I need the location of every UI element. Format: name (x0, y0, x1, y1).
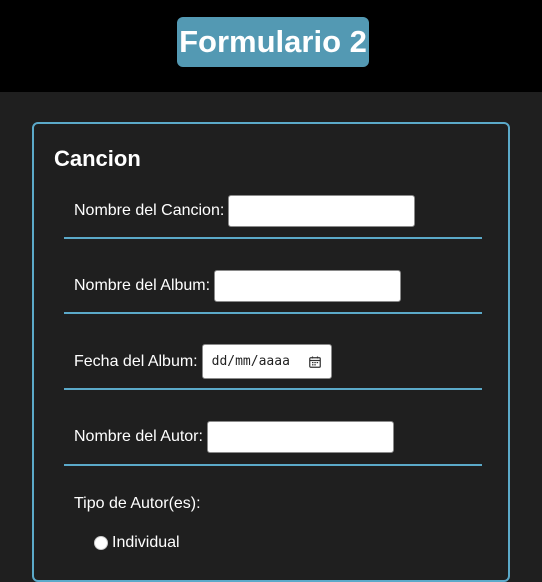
header-bar: Formulario 2 (0, 0, 542, 92)
author-name-input[interactable] (206, 421, 394, 453)
author-type-label: Tipo de Autor(es): (74, 495, 201, 512)
author-name-label: Nombre del Autor: (74, 428, 203, 445)
album-name-row: Nombre del Album: (74, 270, 402, 302)
album-date-row: Fecha del Album: dd/mm/aaaa (74, 344, 332, 379)
album-name-label: Nombre del Album: (74, 277, 211, 294)
form-card: Cancion Nombre del Cancion: Nombre del A… (32, 122, 510, 582)
page-title: Formulario 2 (177, 17, 369, 67)
divider (64, 237, 482, 239)
song-name-input[interactable] (228, 195, 416, 227)
song-name-row: Nombre del Cancion: (74, 195, 416, 227)
album-name-input[interactable] (214, 270, 402, 302)
song-name-label: Nombre del Cancion: (74, 202, 225, 219)
divider (64, 312, 482, 314)
radio-label: Individual (112, 534, 180, 551)
section-title: Cancion (54, 146, 141, 171)
divider (64, 464, 482, 466)
album-date-input[interactable]: dd/mm/aaaa (201, 344, 332, 379)
date-placeholder: dd/mm/aaaa (211, 354, 290, 369)
author-type-row: Tipo de Autor(es): (74, 495, 201, 513)
radio-button[interactable] (94, 536, 108, 550)
divider (64, 388, 482, 390)
author-name-row: Nombre del Autor: (74, 421, 394, 453)
radio-option-individual[interactable]: Individual (94, 534, 180, 552)
calendar-icon[interactable] (308, 356, 321, 368)
album-date-label: Fecha del Album: (74, 352, 198, 370)
